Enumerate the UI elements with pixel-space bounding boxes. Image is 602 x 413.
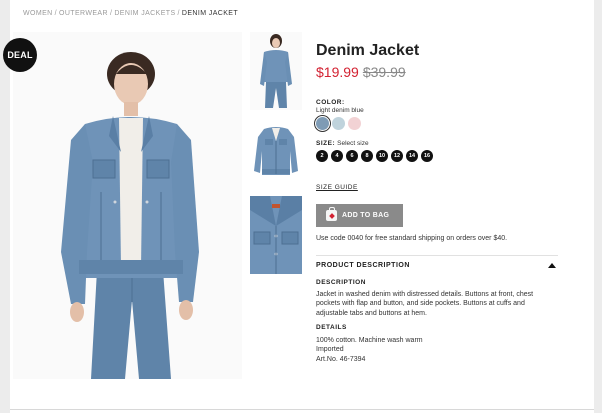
- size-option-16[interactable]: 16: [421, 150, 433, 162]
- thumbnail-jacket-detail[interactable]: [250, 196, 302, 274]
- size-label: SIZE:: [316, 140, 336, 147]
- description-line: pockets with flap and button, and side p…: [316, 300, 525, 308]
- description-line: Jacket in washed denim with distressed d…: [316, 291, 534, 298]
- color-label: COLOR:: [316, 99, 345, 106]
- price: $19.99 $39.99: [316, 64, 406, 80]
- bag-icon: [326, 207, 337, 221]
- sale-price: $19.99: [316, 64, 359, 80]
- size-option-8[interactable]: 8: [361, 150, 373, 162]
- thumbnail-front-model[interactable]: [250, 32, 302, 110]
- breadcrumb-women[interactable]: WOMEN: [23, 10, 53, 17]
- breadcrumb: WOMEN / OUTERWEAR / DENIM JACKETS / DENIM JACK…: [23, 10, 238, 17]
- shipping-promo: Use code 0040 for free standard shipping…: [316, 235, 508, 242]
- size-guide-link[interactable]: SIZE GUIDE: [316, 184, 358, 191]
- original-price: $39.99: [362, 64, 406, 80]
- product-page: WOMEN / OUTERWEAR / DENIM JACKETS / DENIM JACK…: [3, 0, 594, 413]
- breadcrumb-outerwear[interactable]: OUTERWEAR: [59, 10, 108, 17]
- details-text: 100% cotton. Machine wash warm Imported …: [316, 336, 423, 364]
- size-option-14[interactable]: 14: [406, 150, 418, 162]
- details-line: Art.No. 46-7394: [316, 355, 366, 363]
- thumbnail-image: [250, 32, 302, 110]
- breadcrumb-current: DENIM JACKET: [181, 10, 239, 17]
- color-swatch-light-denim-blue[interactable]: [316, 117, 329, 130]
- details-line: 100% cotton. Machine wash warm: [316, 337, 423, 344]
- model-in-denim-jacket-illustration: [13, 32, 242, 379]
- details-title: DETAILS: [316, 324, 347, 331]
- add-to-bag-label: ADD TO BAG: [342, 212, 390, 219]
- size-hint: Select size: [337, 140, 369, 147]
- size-option-12[interactable]: 12: [391, 150, 403, 162]
- color-swatch-pale-blue[interactable]: [332, 117, 345, 130]
- size-option-4[interactable]: 4: [331, 150, 343, 162]
- description-title: DESCRIPTION: [316, 279, 366, 286]
- size-option-6[interactable]: 6: [346, 150, 358, 162]
- deal-badge: DEAL: [3, 38, 37, 72]
- size-options: 2 4 6 8 10 12 14 16: [316, 150, 433, 162]
- breadcrumb-separator: /: [54, 10, 57, 17]
- divider: [316, 255, 558, 256]
- breadcrumb-separator: /: [177, 10, 180, 17]
- thumbnail-jacket-flat[interactable]: [250, 115, 302, 190]
- selected-color-name: Light denim blue: [316, 107, 364, 114]
- details-line: Imported: [316, 346, 344, 354]
- add-to-bag-button[interactable]: ADD TO BAG: [316, 204, 403, 227]
- thumbnail-image: [250, 115, 302, 190]
- color-swatch-pale-pink[interactable]: [348, 117, 361, 130]
- breadcrumb-separator: /: [109, 10, 113, 17]
- footer-divider: [10, 409, 594, 410]
- color-swatches: [316, 117, 361, 130]
- size-option-10[interactable]: 10: [376, 150, 388, 162]
- main-product-image[interactable]: [13, 32, 242, 379]
- product-description-header: PRODUCT DESCRIPTION: [316, 262, 410, 269]
- description-text: Jacket in washed denim with distressed d…: [316, 290, 556, 318]
- size-label-row: SIZE: Select size: [316, 140, 369, 147]
- breadcrumb-denim-jackets[interactable]: DENIM JACKETS: [114, 10, 175, 17]
- size-option-2[interactable]: 2: [316, 150, 328, 162]
- description-line: adjustable tabs and buttons at hem.: [316, 309, 427, 317]
- product-description-toggle[interactable]: PRODUCT DESCRIPTION: [316, 262, 558, 269]
- thumbnail-image: [250, 196, 302, 274]
- product-title: Denim Jacket: [316, 42, 420, 59]
- caret-up-icon: [548, 263, 556, 268]
